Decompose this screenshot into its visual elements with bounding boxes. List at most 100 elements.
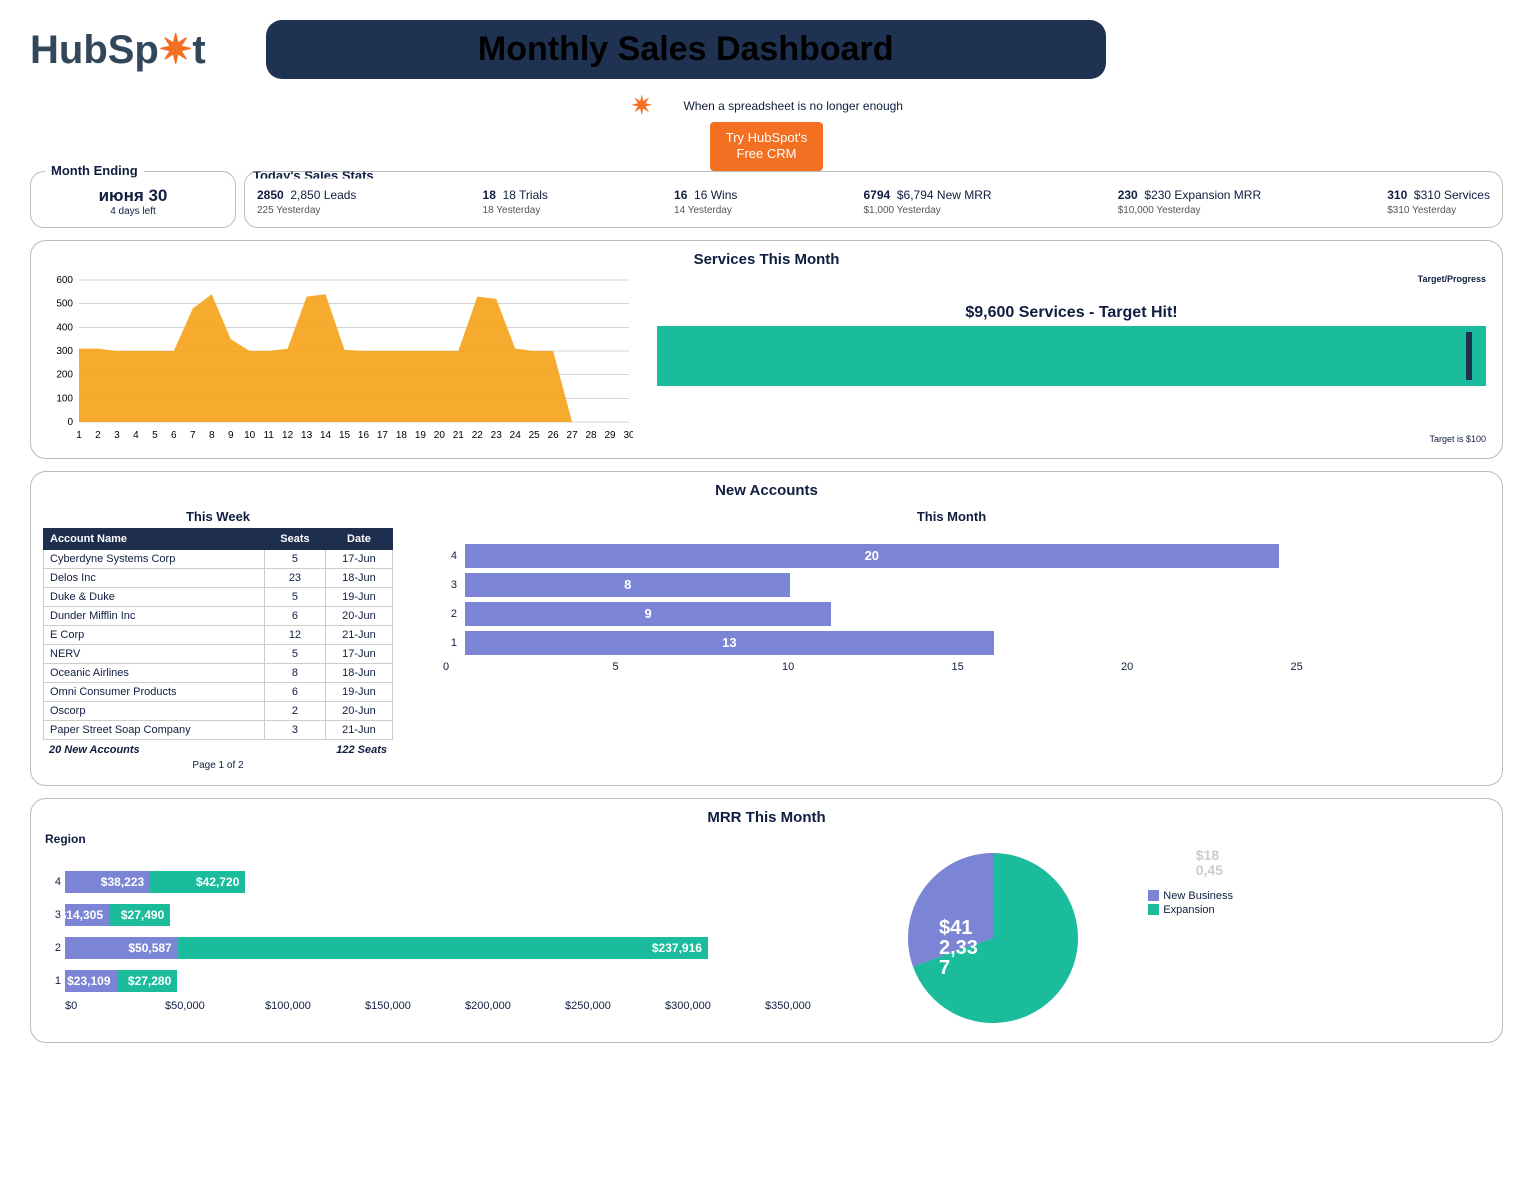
stat-leads: 2850 2,850 Leads225 Yesterday (257, 188, 356, 216)
bar-row: 4$38,223$42,720 (43, 867, 865, 897)
svg-text:25: 25 (529, 430, 541, 441)
services-progress-title: $9,600 Services - Target Hit! (653, 304, 1490, 322)
mrr-panel: MRR This Month Region 4$38,223$42,7203$1… (30, 798, 1503, 1043)
svg-text:30: 30 (623, 430, 633, 441)
svg-text:400: 400 (56, 322, 73, 333)
svg-text:100: 100 (56, 393, 73, 404)
accounts-table-wrap: This Week Account Name Seats Date Cyberd… (43, 505, 393, 771)
svg-text:600: 600 (56, 275, 73, 286)
svg-text:7: 7 (190, 430, 196, 441)
target-progress-label: Target/Progress (1418, 274, 1486, 284)
svg-text:28: 28 (586, 430, 598, 441)
services-area-chart: 0100200300400500600123456789101112131415… (43, 274, 633, 444)
mrr-pie-chart: $41 2,33 7 $180,45 New Business Expansio… (903, 848, 1123, 1028)
mrr-legend: New Business Expansion (1148, 888, 1233, 918)
table-row: NERV517-Jun (44, 644, 393, 663)
svg-text:16: 16 (358, 430, 370, 441)
bar-row: 29 (443, 602, 1460, 626)
pie-main-label: $41 2,33 7 (939, 918, 978, 978)
pie-faded-label: $180,45 (1196, 848, 1223, 879)
svg-text:0: 0 (67, 417, 73, 428)
svg-text:200: 200 (56, 369, 73, 380)
accounts-pagination: Page 1 of 2 (43, 760, 393, 771)
svg-text:8: 8 (209, 430, 215, 441)
sprocket-icon: ✷ (159, 28, 193, 72)
stat-trials: 18 18 Trials18 Yesterday (483, 188, 548, 216)
region-label: Region (45, 832, 1490, 846)
hubspot-logo: HubSp✷t (30, 27, 206, 73)
svg-text:19: 19 (415, 430, 427, 441)
table-row: Duke & Duke519-Jun (44, 587, 393, 606)
page-title: Monthly Sales Dashboard (478, 30, 894, 69)
svg-text:10: 10 (244, 430, 256, 441)
svg-text:21: 21 (453, 430, 465, 441)
table-row: Delos Inc2318-Jun (44, 568, 393, 587)
table-row: Oscorp220-Jun (44, 701, 393, 720)
stat-new-mrr: 6794 $6,794 New MRR$1,000 Yesterday (864, 188, 992, 216)
table-row: Dunder Mifflin Inc620-Jun (44, 606, 393, 625)
svg-text:23: 23 (491, 430, 503, 441)
col-date: Date (325, 528, 392, 549)
accounts-table: Account Name Seats Date Cyberdyne System… (43, 528, 393, 740)
svg-text:13: 13 (301, 430, 313, 441)
bar-row: 420 (443, 544, 1460, 568)
svg-text:14: 14 (320, 430, 332, 441)
try-crm-button[interactable]: Try HubSpot'sFree CRM (710, 122, 823, 171)
svg-text:3: 3 (114, 430, 120, 441)
today-sales-stats: Today's Sales Stats 2850 2,850 Leads225 … (244, 171, 1503, 228)
bar-row: 2$50,587$237,916 (43, 933, 865, 963)
svg-text:27: 27 (567, 430, 579, 441)
this-week-label: This Week (43, 509, 393, 524)
svg-text:20: 20 (434, 430, 446, 441)
services-target-footnote: Target is $100 (653, 434, 1490, 444)
bar-row: 113 (443, 631, 1460, 655)
svg-text:24: 24 (510, 430, 522, 441)
table-row: Oceanic Airlines818-Jun (44, 663, 393, 682)
svg-text:22: 22 (472, 430, 484, 441)
svg-text:5: 5 (152, 430, 158, 441)
svg-text:29: 29 (604, 430, 616, 441)
table-row: Paper Street Soap Company321-Jun (44, 720, 393, 739)
month-ending-card: Month Ending июня 30 4 days left (30, 171, 236, 228)
mrr-x-axis: $0$50,000$100,000$150,000$200,000$250,00… (65, 1000, 865, 1012)
svg-text:500: 500 (56, 298, 73, 309)
mrr-title: MRR This Month (43, 809, 1490, 826)
stat-wins: 16 16 Wins14 Yesterday (674, 188, 737, 216)
services-progress: Target/Progress $9,600 Services - Target… (653, 274, 1490, 444)
svg-text:15: 15 (339, 430, 351, 441)
new-accounts-title: New Accounts (43, 482, 1490, 499)
svg-text:2: 2 (95, 430, 101, 441)
table-row: E Corp1221-Jun (44, 625, 393, 644)
top-stats: Month Ending июня 30 4 days left Today's… (30, 171, 1503, 228)
month-ending-sub: 4 days left (43, 206, 223, 217)
svg-text:11: 11 (263, 430, 274, 441)
month-ending-label: Month Ending (45, 163, 144, 178)
svg-text:6: 6 (171, 430, 177, 441)
svg-text:26: 26 (548, 430, 560, 441)
svg-text:18: 18 (396, 430, 408, 441)
services-target-marker (1466, 332, 1472, 380)
col-seats: Seats (264, 528, 325, 549)
new-accounts-panel: New Accounts This Week Account Name Seat… (30, 471, 1503, 786)
svg-text:9: 9 (228, 430, 234, 441)
bar-row: 3$14,305$27,490 (43, 900, 865, 930)
header: HubSp✷t Monthly Sales Dashboard (30, 20, 1503, 79)
month-ending-value: июня 30 (43, 186, 223, 206)
col-account: Account Name (44, 528, 265, 549)
this-month-label: This Month (413, 509, 1490, 524)
today-sales-label: Today's Sales Stats (253, 168, 374, 183)
svg-text:4: 4 (133, 430, 139, 441)
table-row: Omni Consumer Products619-Jun (44, 682, 393, 701)
accounts-summary: 20 New Accounts122 Seats (43, 740, 393, 760)
stat-expansion-mrr: 230 $230 Expansion MRR$10,000 Yesterday (1118, 188, 1261, 216)
services-panel: Services This Month 01002003004005006001… (30, 240, 1503, 459)
services-title: Services This Month (43, 251, 1490, 268)
svg-text:17: 17 (377, 430, 389, 441)
svg-text:1: 1 (76, 430, 82, 441)
header-sub: ✷ When a spreadsheet is no longer enough… (30, 89, 1503, 171)
tagline: When a spreadsheet is no longer enough (683, 99, 903, 113)
page-title-bar: Monthly Sales Dashboard (266, 20, 1106, 79)
stat-services: 310 $310 Services$310 Yesterday (1387, 188, 1490, 216)
mrr-bar-chart: 4$38,223$42,7203$14,305$27,4902$50,587$2… (43, 864, 865, 1012)
table-row: Cyberdyne Systems Corp517-Jun (44, 549, 393, 568)
